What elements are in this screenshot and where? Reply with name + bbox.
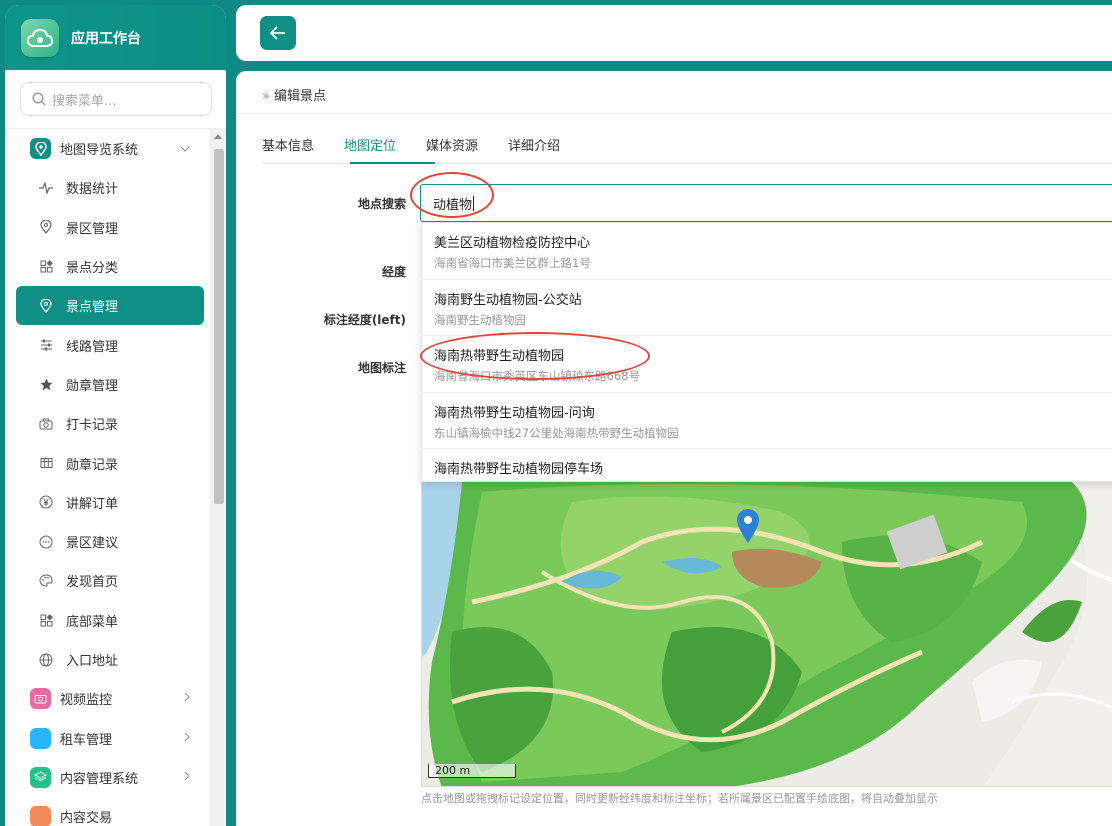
globe-icon [38, 652, 54, 668]
hand-drawn-zoo-map [422, 482, 1112, 786]
tab-details[interactable]: 详细介绍 [508, 133, 560, 164]
menu-group-car-rental[interactable]: 租车管理 [5, 718, 210, 757]
grid-icon [38, 259, 54, 275]
sidebar-item-medal-records[interactable]: 勋章记录 [5, 443, 210, 482]
car-icon [30, 727, 51, 749]
sidebar-item-discover-home[interactable]: 发现首页 [5, 561, 210, 600]
sidebar-header: 应用工作台 [5, 5, 226, 70]
map-canvas[interactable]: 200 m [421, 481, 1112, 787]
sidebar-item-guide-orders[interactable]: 讲解订单 [5, 483, 210, 522]
yen-icon [38, 494, 54, 510]
location-pin-icon [38, 298, 54, 314]
active-tab-indicator [350, 162, 435, 164]
sidebar-menu: 地图导览系统 数据统计 景区管理 景点分类 景点管理 线路管理 勋章管理 打卡记… [5, 129, 210, 826]
suggestion-item[interactable]: 海南热带野生动植物园-问询 东山镇海榆中线27公里处海南热带野生动植物园 [422, 393, 1112, 449]
top-bar [236, 5, 1112, 61]
cloud-logo-icon [21, 18, 59, 57]
app-title: 应用工作台 [71, 30, 141, 47]
sidebar-item-routes[interactable]: 线路管理 [5, 325, 210, 364]
menu-group-cms[interactable]: 内容管理系统 [5, 758, 210, 797]
menu-group-content-trade[interactable]: 内容交易 [5, 797, 210, 826]
menu-search-placeholder: 搜索菜单... [52, 93, 117, 109]
menu-group-video[interactable]: 视频监控 [5, 679, 210, 718]
arrow-left-icon [269, 26, 285, 40]
chevron-right-icon [184, 732, 190, 745]
mark-longitude-label: 标注经度(left) [323, 313, 406, 327]
suggestion-item[interactable]: 海南热带野生动植物园停车场 [422, 449, 1112, 483]
map-hint-text: 点击地图或拖拽标记设定位置，同时更新经纬度和标注坐标；若所属景区已配置手绘底图，… [421, 792, 938, 805]
tab-media[interactable]: 媒体资源 [426, 133, 478, 164]
map-marker-icon[interactable] [736, 508, 760, 544]
longitude-label: 经度 [381, 265, 406, 279]
tab-bar: 基本信息 地图定位 媒体资源 详细介绍 [262, 133, 590, 164]
chat-icon [38, 534, 54, 550]
sidebar-item-medals[interactable]: 勋章管理 [5, 365, 210, 404]
sidebar-item-scenic-areas[interactable]: 景区管理 [5, 208, 210, 247]
chevron-down-icon [180, 142, 190, 155]
scrollbar-thumb[interactable] [214, 149, 224, 504]
sidebar-item-spot-categories[interactable]: 景点分类 [5, 247, 210, 286]
search-icon [32, 92, 46, 106]
sidebar-item-stats[interactable]: 数据统计 [5, 168, 210, 207]
suggestion-item[interactable]: 海南野生动植物园-公交站 海南野生动植物园 [422, 280, 1112, 336]
sidebar-item-entry-url[interactable]: 入口地址 [5, 640, 210, 679]
sliders-icon [38, 337, 54, 353]
suggestion-dropdown: 美兰区动植物检疫防控中心 海南省海口市美兰区群上路1号 海南野生动植物园-公交站… [421, 222, 1112, 482]
sidebar-item-suggestions[interactable]: 景区建议 [5, 522, 210, 561]
map-mark-label: 地图标注 [357, 361, 406, 375]
camera-icon [30, 688, 51, 710]
palette-icon [38, 573, 54, 589]
scroll-up-arrow-icon[interactable] [214, 134, 222, 139]
layers-icon [30, 766, 51, 788]
chevron-right-icon [184, 692, 190, 705]
back-button[interactable] [260, 16, 296, 50]
sidebar-item-spot-management[interactable]: 景点管理 [16, 286, 204, 326]
grid-icon [38, 612, 54, 628]
menu-search-input[interactable]: 搜索菜单... [20, 82, 212, 116]
camera-icon [38, 416, 54, 432]
tab-map-location[interactable]: 地图定位 [344, 133, 396, 164]
sidebar-scrollbar[interactable] [210, 129, 226, 826]
suggestion-item[interactable]: 美兰区动植物检疫防控中心 海南省海口市美兰区群上路1号 [422, 223, 1112, 280]
map-pin-icon [30, 138, 51, 160]
activity-icon [38, 180, 54, 196]
main-panel: » 编辑景点 基本信息 地图定位 媒体资源 详细介绍 地点搜索 动植物 经度 标注… [236, 71, 1112, 826]
tab-basic-info[interactable]: 基本信息 [262, 133, 314, 164]
sidebar-item-checkins[interactable]: 打卡记录 [5, 404, 210, 443]
table-icon [38, 455, 54, 471]
location-search-input[interactable]: 动植物 [420, 184, 1112, 222]
menu-group-map-guide[interactable]: 地图导览系统 [5, 129, 210, 168]
search-label: 地点搜索 [357, 197, 406, 211]
chevron-right-icon [184, 771, 190, 784]
sidebar-item-bottom-menu[interactable]: 底部菜单 [5, 601, 210, 640]
location-pin-icon [38, 219, 54, 235]
breadcrumb: » 编辑景点 [262, 85, 326, 104]
suggestion-item[interactable]: 海南热带野生动植物园 海南省海口市秀英区东山镇琼东路668号 [422, 336, 1112, 393]
double-chevron-icon: » [262, 89, 270, 104]
map-scale: 200 m [428, 764, 516, 778]
breadcrumb-current: 编辑景点 [273, 89, 326, 104]
sidebar: 应用工作台 搜索菜单... 地图导览系统 数据统计 景区管理 景点分类 景点管理… [5, 5, 226, 826]
star-icon [38, 376, 54, 392]
location-search-value: 动植物 [433, 197, 473, 213]
cart-icon [30, 806, 51, 826]
